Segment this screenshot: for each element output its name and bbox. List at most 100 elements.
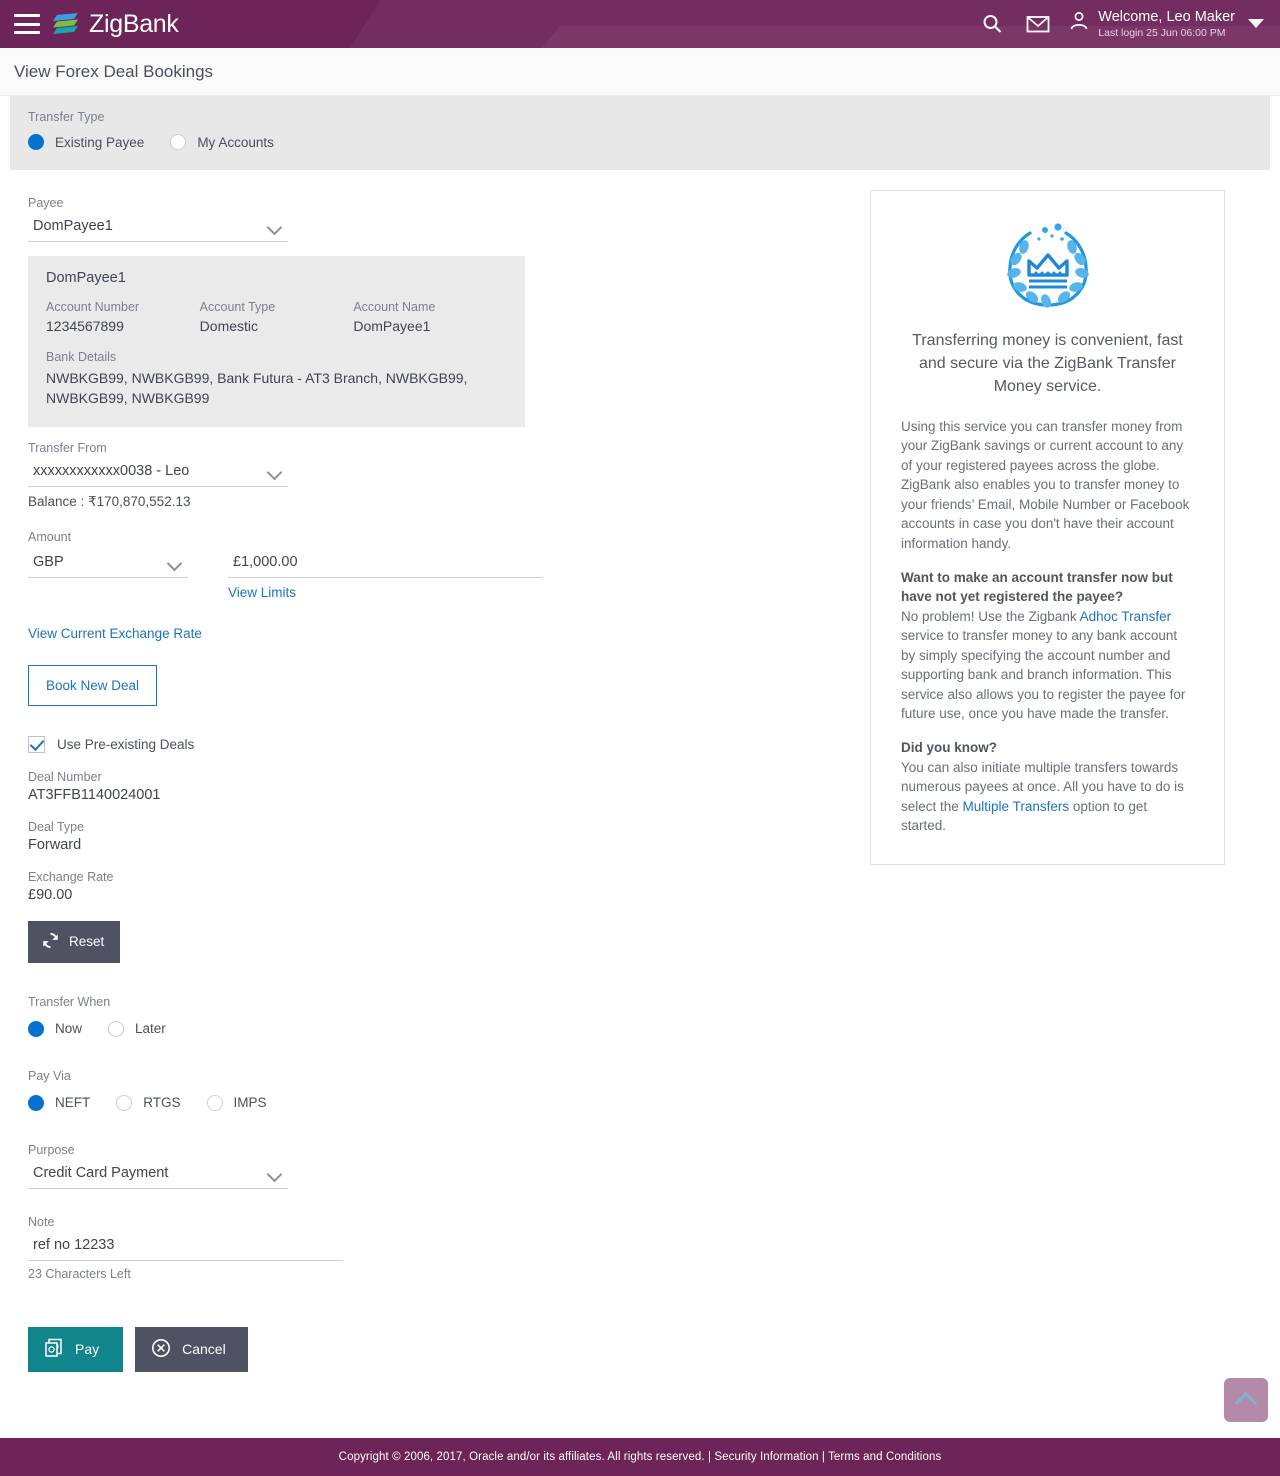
- transfer-type-label: Transfer Type: [28, 110, 105, 124]
- mail-icon[interactable]: [1015, 0, 1061, 48]
- purpose-label: Purpose: [28, 1142, 75, 1157]
- cancel-button[interactable]: Cancel: [135, 1326, 248, 1372]
- multiple-transfers-link[interactable]: Multiple Transfers: [963, 799, 1070, 814]
- page-title: View Forex Deal Bookings: [14, 62, 214, 81]
- footer-separator-2: |: [821, 1451, 825, 1463]
- amount-input[interactable]: £1,000.00: [228, 550, 543, 578]
- exchange-rate-value: £90.00: [28, 886, 73, 903]
- page-footer: Copyright © 2006, 2017, Oracle and/or it…: [0, 1438, 1280, 1476]
- payee-select-value: DomPayee1: [33, 218, 113, 234]
- note-characters-left: 23 Characters Left: [28, 1266, 131, 1281]
- view-limits-link[interactable]: View Limits: [228, 585, 870, 600]
- note-section: Note ref no 12233 23 Characters Left: [28, 1215, 870, 1281]
- chevron-down-icon: [266, 219, 283, 236]
- payee-account-number-field: Account Number 1234567899: [46, 300, 200, 334]
- page-title-bar: View Forex Deal Bookings: [0, 48, 1280, 96]
- main-content: Payee DomPayee1 DomPayee1 Account Number…: [0, 170, 1280, 1402]
- payee-account-name-field: Account Name DomPayee1: [353, 300, 507, 334]
- info-headline: Transferring money is convenient, fast a…: [912, 332, 1183, 396]
- use-pre-existing-deals-label: Use Pre-existing Deals: [57, 736, 195, 752]
- transfer-form: Payee DomPayee1 DomPayee1 Account Number…: [10, 170, 870, 1402]
- radio-indicator: [108, 1020, 125, 1037]
- hamburger-icon[interactable]: [14, 14, 40, 34]
- info-para2-after: service to transfer money to any bank ac…: [901, 628, 1186, 722]
- footer-separator-1: |: [707, 1451, 712, 1463]
- transfer-from-label: Transfer From: [28, 440, 107, 455]
- currency-select[interactable]: GBP: [28, 550, 188, 578]
- account-name-label: Account Name: [353, 300, 436, 314]
- radio-rtgs[interactable]: RTGS: [116, 1094, 181, 1111]
- brand-logo[interactable]: ZigBank: [52, 9, 179, 39]
- account-name-value: DomPayee1: [353, 318, 431, 334]
- pay-button[interactable]: Pay: [28, 1326, 124, 1372]
- radio-my-accounts[interactable]: My Accounts: [170, 134, 274, 150]
- purpose-select[interactable]: Credit Card Payment: [28, 1161, 288, 1189]
- payee-details-card: DomPayee1 Account Number 1234567899 Acco…: [28, 256, 525, 427]
- use-pre-existing-deals-checkbox[interactable]: Use Pre-existing Deals: [28, 735, 870, 753]
- deal-number-label: Deal Number: [28, 769, 102, 784]
- crown-laurel-icon: [901, 217, 1194, 317]
- reset-button-label: Reset: [69, 934, 105, 950]
- radio-existing-payee[interactable]: Existing Payee: [28, 134, 144, 150]
- deal-number-value: AT3FFB1140024001: [28, 786, 161, 803]
- brand-name: ZigBank: [89, 9, 179, 38]
- deal-type-value: Forward: [28, 836, 82, 853]
- circle-x-icon: [151, 1338, 171, 1361]
- info-panel: Transferring money is convenient, fast a…: [870, 190, 1225, 865]
- radio-neft[interactable]: NEFT: [28, 1094, 91, 1111]
- note-label: Note: [28, 1214, 55, 1229]
- chevron-down-icon[interactable]: [1248, 19, 1264, 29]
- deal-type-label: Deal Type: [28, 819, 85, 834]
- radio-imps[interactable]: IMPS: [206, 1094, 267, 1111]
- transfer-from-value: xxxxxxxxxxxx0038 - Leo: [33, 462, 190, 479]
- account-number-value: 1234567899: [46, 318, 124, 334]
- pay-via-section: Pay Via NEFT RTGS IMPS: [28, 1069, 870, 1111]
- footer-copyright: Copyright © 2006, 2017, Oracle and/or it…: [338, 1451, 705, 1463]
- radio-indicator: [28, 1094, 44, 1111]
- deal-exchange-rate-field: Exchange Rate £90.00: [28, 870, 870, 903]
- info-para2-before: No problem! Use the Zigbank: [901, 608, 1080, 624]
- pay-button-label: Pay: [75, 1341, 100, 1358]
- payee-select[interactable]: DomPayee1: [28, 214, 288, 242]
- user-avatar-icon: [1067, 9, 1091, 38]
- payee-label: Payee: [28, 196, 64, 210]
- radio-now[interactable]: Now: [28, 1020, 83, 1037]
- user-menu[interactable]: Welcome, Leo Maker Last login 25 Jun 06:…: [1061, 9, 1264, 39]
- bank-details-value: NWBKGB99, NWBKGB99, Bank Futura - AT3 Br…: [46, 370, 468, 407]
- info-heading-3: Did you know?: [901, 740, 997, 755]
- terms-and-conditions-link[interactable]: Terms and Conditions: [828, 1451, 941, 1463]
- chevron-down-icon: [266, 464, 283, 480]
- transfer-from-select[interactable]: xxxxxxxxxxxx0038 - Leo: [28, 459, 288, 487]
- bank-details-label: Bank Details: [46, 350, 117, 364]
- radio-indicator: [170, 134, 187, 150]
- radio-imps-label: IMPS: [233, 1095, 267, 1111]
- account-number-label: Account Number: [46, 300, 140, 314]
- user-welcome-text: Welcome, Leo Maker: [1098, 9, 1235, 26]
- exchange-rate-label: Exchange Rate: [28, 869, 114, 884]
- transfer-type-radio-group: Existing Payee My Accounts: [28, 134, 1270, 150]
- note-input[interactable]: ref no 12233: [28, 1233, 343, 1261]
- scroll-to-top-button[interactable]: [1224, 1378, 1268, 1422]
- reset-button[interactable]: Reset: [28, 920, 121, 963]
- radio-indicator: [28, 1020, 44, 1037]
- account-balance: Balance : ₹170,870,552.13: [28, 493, 191, 509]
- app-header: ZigBank Welcome, Leo Maker Last login 25…: [0, 0, 1280, 48]
- book-new-deal-button[interactable]: Book New Deal: [28, 664, 158, 706]
- view-current-exchange-rate-link[interactable]: View Current Exchange Rate: [28, 626, 202, 641]
- transfer-when-section: Transfer When Now Later: [28, 995, 870, 1037]
- app-page: ZigBank Welcome, Leo Maker Last login 25…: [0, 0, 1280, 1476]
- chevron-down-icon: [266, 1166, 283, 1182]
- adhoc-transfer-link[interactable]: Adhoc Transfer: [1080, 609, 1172, 624]
- search-icon[interactable]: [969, 0, 1015, 48]
- cancel-button-label: Cancel: [182, 1341, 226, 1358]
- radio-rtgs-label: RTGS: [143, 1095, 181, 1111]
- info-paragraph-2: Want to make an account transfer now but…: [901, 568, 1194, 725]
- radio-now-label: Now: [55, 1021, 83, 1037]
- security-information-link[interactable]: Security Information: [714, 1451, 818, 1463]
- radio-neft-label: NEFT: [55, 1095, 91, 1111]
- header-actions: Welcome, Leo Maker Last login 25 Jun 06:…: [969, 0, 1264, 48]
- radio-later[interactable]: Later: [108, 1020, 166, 1037]
- deal-number-field: Deal Number AT3FFB1140024001: [28, 770, 870, 803]
- checkbox-indicator: [28, 735, 45, 753]
- pay-via-label: Pay Via: [28, 1068, 71, 1083]
